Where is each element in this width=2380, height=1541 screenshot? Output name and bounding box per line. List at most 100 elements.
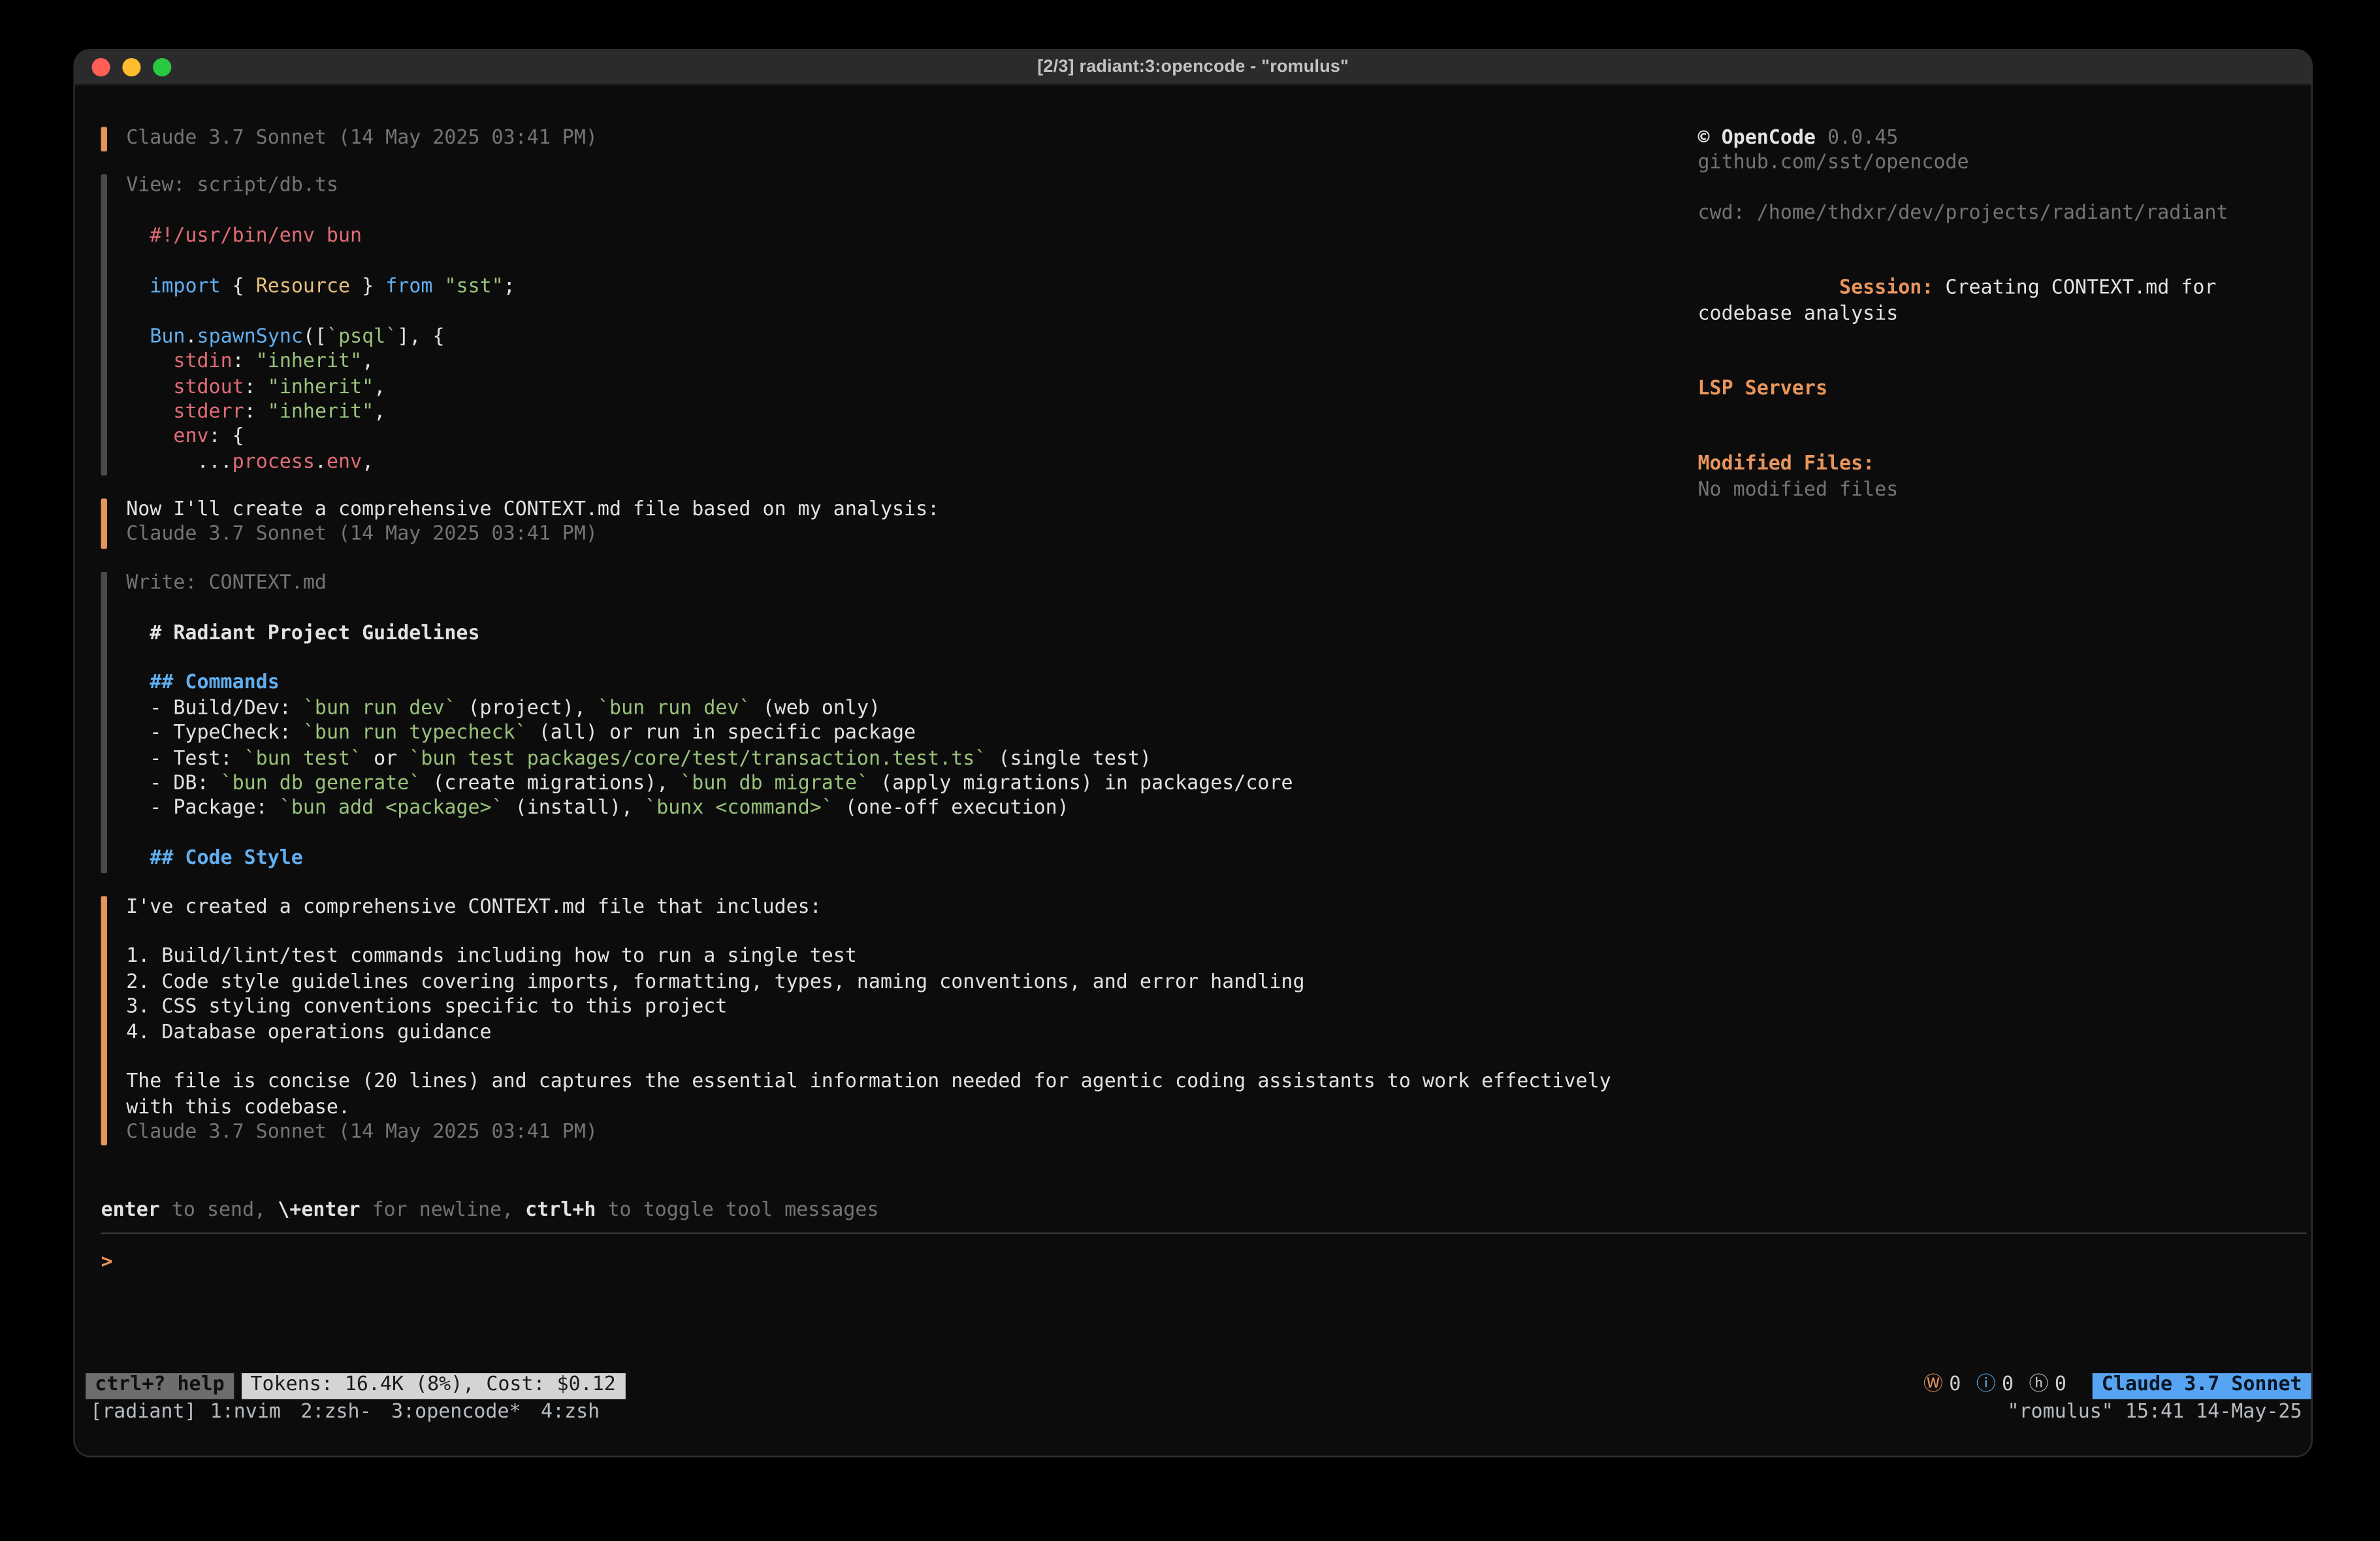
text-segment: ctrl+h bbox=[525, 1199, 596, 1222]
text-segment: 3. CSS styling conventions specific to t… bbox=[126, 996, 727, 1019]
close-button[interactable] bbox=[92, 58, 110, 76]
text-segment: Claude 3.7 Sonnet (14 May 2025 03:41 PM) bbox=[126, 1121, 598, 1144]
tool-accent-bar bbox=[101, 572, 106, 873]
tmux-window-zsh-last[interactable]: 2:zsh- bbox=[300, 1401, 371, 1426]
text-segment: ... bbox=[126, 451, 232, 473]
text-line bbox=[126, 597, 1293, 622]
text-line: with this codebase. bbox=[126, 1096, 1611, 1120]
text-line: ## Commands bbox=[126, 672, 1293, 697]
hint-icon: ⓗ bbox=[2029, 1374, 2049, 1399]
text-segment: stderr bbox=[173, 400, 244, 423]
session-label: Session: bbox=[1839, 278, 1933, 300]
text-line: env: { bbox=[126, 426, 515, 451]
text-line: #!/usr/bin/env bun bbox=[126, 225, 515, 250]
design-scale-wrapper: [2/3] radiant:3:opencode - "romulus" Cla… bbox=[0, 0, 2380, 1541]
zoom-button[interactable] bbox=[153, 58, 171, 76]
text-segment: `bun run typecheck` bbox=[303, 722, 527, 745]
text-segment bbox=[126, 351, 173, 373]
text-segment: { bbox=[221, 275, 256, 298]
text-line: 1. Build/lint/test commands including ho… bbox=[126, 945, 1611, 970]
info-count: ⓘ0 bbox=[1976, 1374, 2014, 1399]
text-segment: stdin bbox=[173, 351, 232, 373]
text-segment: Resource bbox=[256, 275, 350, 298]
text-segment: © bbox=[1698, 127, 1722, 150]
text-segment: from bbox=[385, 275, 432, 298]
text-segment: (one-off execution) bbox=[833, 797, 1069, 820]
text-segment: : bbox=[244, 375, 268, 398]
warning-icon: Ⓦ bbox=[1923, 1374, 1943, 1399]
repo-link[interactable]: github.com/sst/opencode bbox=[1698, 152, 2267, 177]
text-segment: `psql` bbox=[327, 325, 397, 348]
text-line: Write: CONTEXT.md bbox=[126, 572, 1293, 597]
text-line: The file is concise (20 lines) and captu… bbox=[126, 1071, 1611, 1096]
window-titlebar[interactable]: [2/3] radiant:3:opencode - "romulus" bbox=[75, 50, 2311, 86]
text-segment: process bbox=[233, 451, 315, 473]
tmux-window-nvim[interactable]: 1:nvim bbox=[210, 1401, 281, 1426]
assistant-message: Now I'll create a comprehensive CONTEXT.… bbox=[101, 499, 1698, 549]
tmux-window-list: [radiant] 1:nvim 2:zsh- 3:opencode* 4:zs… bbox=[90, 1401, 620, 1426]
text-line: Now I'll create a comprehensive CONTEXT.… bbox=[126, 499, 939, 524]
text-segment: env bbox=[173, 426, 208, 449]
tool-output-view-file: View: script/db.ts #!/usr/bin/env bun im… bbox=[101, 175, 1698, 476]
hint-count-value: 0 bbox=[2055, 1374, 2066, 1399]
text-segment: - Package: bbox=[126, 797, 280, 820]
minimize-button[interactable] bbox=[122, 58, 140, 76]
text-segment: 1. Build/lint/test commands including ho… bbox=[126, 945, 857, 968]
text-segment: 4. Database operations guidance bbox=[126, 1021, 491, 1043]
text-segment: Claude 3.7 Sonnet (14 May 2025 03:41 PM) bbox=[126, 127, 598, 150]
assistant-message-meta: Claude 3.7 Sonnet (14 May 2025 03:41 PM) bbox=[101, 127, 1698, 151]
text-segment: env bbox=[327, 451, 362, 473]
text-line: import { Resource } from "sst"; bbox=[126, 275, 515, 300]
modified-files-empty: No modified files bbox=[1698, 478, 2267, 503]
tool-output-write-file: Write: CONTEXT.md # Radiant Project Guid… bbox=[101, 572, 1698, 873]
text-segment: "sst" bbox=[445, 275, 504, 298]
session-title: Session: Creating CONTEXT.md for codebas… bbox=[1698, 252, 2267, 353]
text-segment: `bunx <command>` bbox=[645, 797, 833, 820]
text-segment: 2. Code style guidelines covering import… bbox=[126, 970, 1304, 993]
text-segment: (web only) bbox=[751, 697, 880, 720]
message-body: View: script/db.ts #!/usr/bin/env bun im… bbox=[106, 175, 515, 476]
assistant-accent-bar bbox=[101, 499, 106, 549]
sidebar-spacer bbox=[1698, 428, 2267, 453]
text-line: 4. Database operations guidance bbox=[126, 1021, 1611, 1045]
text-segment: : bbox=[233, 351, 256, 373]
sidebar-spacer bbox=[1698, 177, 2267, 202]
prompt-input[interactable]: > bbox=[101, 1252, 2307, 1277]
terminal-window: [2/3] radiant:3:opencode - "romulus" Cla… bbox=[75, 50, 2311, 1455]
tmux-window-zsh[interactable]: 4:zsh bbox=[541, 1401, 600, 1426]
text-segment: (project), bbox=[456, 697, 598, 720]
text-segment: "inherit" bbox=[268, 375, 374, 398]
text-segment: enter bbox=[101, 1199, 160, 1222]
text-line bbox=[126, 1046, 1611, 1071]
diagnostics: Ⓦ 0 ⓘ0 ⓗ0 bbox=[1923, 1374, 2082, 1399]
tmux-session-name: [radiant] bbox=[90, 1401, 196, 1426]
hint-count: ⓗ0 bbox=[2029, 1374, 2066, 1399]
text-segment: `bun add <package>` bbox=[280, 797, 504, 820]
text-segment: "inherit" bbox=[256, 351, 362, 373]
text-segment: . bbox=[185, 325, 197, 348]
text-line: 2. Code style guidelines covering import… bbox=[126, 970, 1611, 995]
input-divider bbox=[101, 1233, 2307, 1234]
text-segment: `bun db generate` bbox=[221, 772, 421, 795]
text-segment: Now I'll create a comprehensive CONTEXT.… bbox=[126, 499, 939, 522]
text-segment: ## Commands bbox=[126, 672, 280, 695]
text-line: stdout: "inherit", bbox=[126, 375, 515, 400]
modified-files-header: Modified Files: bbox=[1698, 453, 2267, 478]
text-segment: `bun run dev` bbox=[303, 697, 457, 720]
text-line bbox=[126, 822, 1293, 847]
text-line: ...process.env, bbox=[126, 451, 515, 475]
tmux-window-opencode-current[interactable]: 3:opencode* bbox=[391, 1401, 521, 1426]
editor-area: enter to send, \+enter for newline, ctrl… bbox=[101, 1199, 2307, 1277]
sidebar-spacer bbox=[1698, 353, 2267, 377]
text-segment: : { bbox=[209, 426, 244, 449]
assistant-accent-bar bbox=[101, 895, 106, 1146]
text-line: - Package: `bun add <package>` (install)… bbox=[126, 797, 1293, 822]
message-body: Now I'll create a comprehensive CONTEXT.… bbox=[106, 499, 939, 549]
text-segment bbox=[432, 275, 444, 298]
text-line bbox=[126, 300, 515, 325]
text-segment: (all) or run in specific package bbox=[527, 722, 916, 745]
text-segment: spawnSync bbox=[197, 325, 303, 348]
sidebar-spacer bbox=[1698, 227, 2267, 252]
help-chip[interactable]: ctrl+? help bbox=[86, 1373, 234, 1399]
model-chip[interactable]: Claude 3.7 Sonnet bbox=[2093, 1373, 2311, 1399]
